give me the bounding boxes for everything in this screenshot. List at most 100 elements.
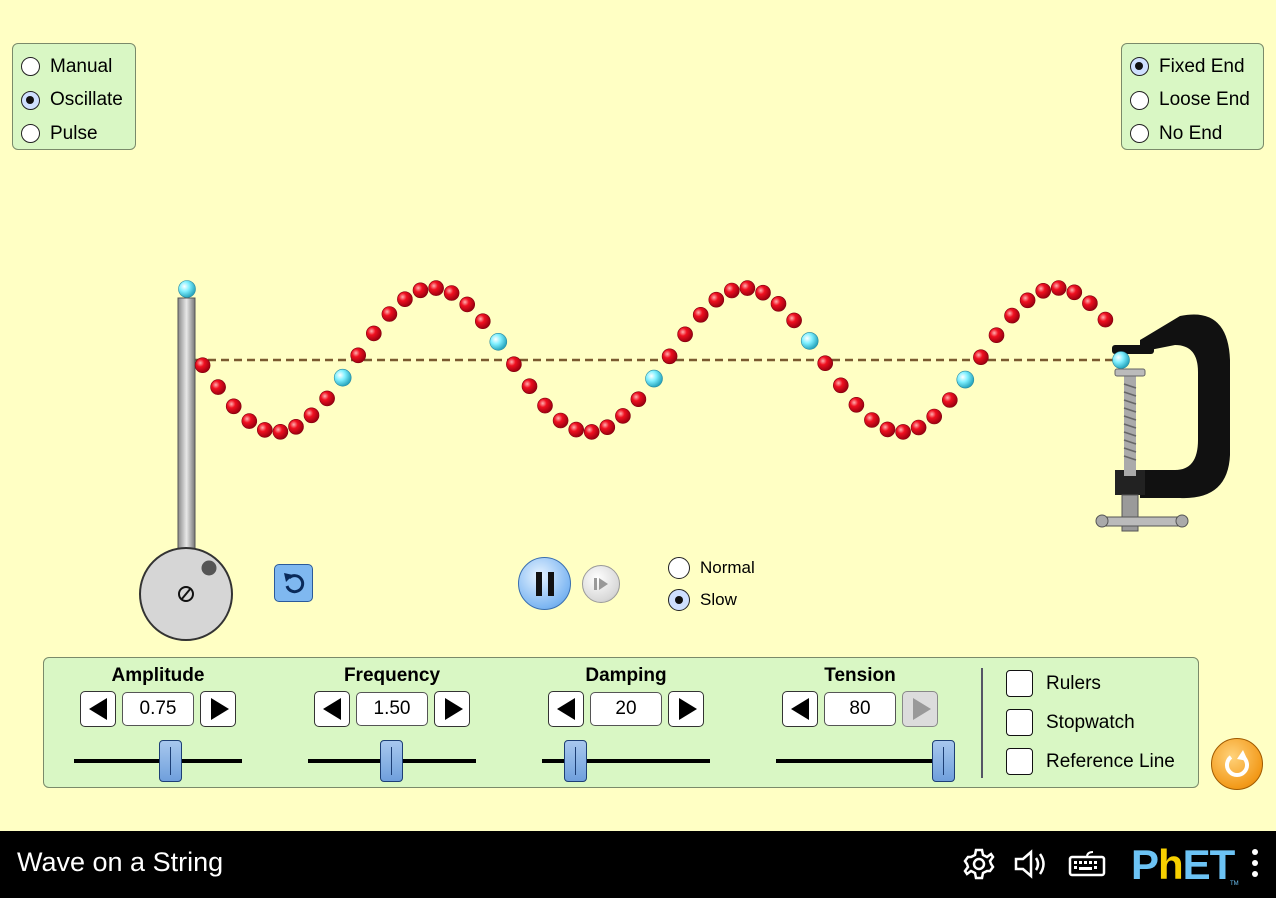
radio-loose-end[interactable]: Loose End	[1130, 84, 1255, 118]
radio-no-end[interactable]: No End	[1130, 117, 1255, 151]
wave-mode-panel: Manual Oscillate Pulse	[12, 43, 136, 150]
checkbox-stopwatch[interactable]: Stopwatch	[1006, 709, 1135, 736]
bead	[848, 396, 865, 413]
bead	[770, 295, 787, 312]
pause-button[interactable]	[518, 557, 571, 610]
radio-oscillate[interactable]: Oscillate	[21, 84, 127, 118]
gear-icon[interactable]	[962, 847, 996, 881]
bead	[537, 397, 553, 414]
logo-h: h	[1158, 841, 1184, 888]
end-type-panel: Fixed End Loose End No End	[1121, 43, 1264, 150]
left-arrow-icon	[791, 698, 809, 720]
frequency-slider-thumb[interactable]	[380, 740, 403, 782]
bead	[256, 422, 273, 438]
oscillator-rod	[177, 297, 196, 557]
radio-label: Slow	[700, 590, 737, 609]
bead-marker	[645, 369, 663, 388]
bead	[1004, 307, 1020, 324]
restart-button[interactable]	[274, 564, 313, 602]
bead	[568, 421, 585, 438]
checkbox-box	[1006, 748, 1033, 775]
bead	[428, 280, 444, 296]
keyboard-icon[interactable]	[1068, 849, 1106, 879]
bead	[1019, 292, 1036, 309]
radio-fixed-end[interactable]: Fixed End	[1130, 50, 1255, 84]
bead	[630, 391, 647, 408]
reset-all-button[interactable]	[1211, 738, 1263, 790]
bead	[832, 377, 849, 394]
radio-label: Loose End	[1159, 89, 1250, 111]
damping-decrease-button[interactable]	[548, 691, 584, 727]
right-arrow-icon	[678, 698, 697, 720]
clamp	[1095, 314, 1230, 532]
control-panel: Amplitude 0.75 Frequency 1.50 Damping 20…	[43, 657, 1199, 788]
amplitude-slider-thumb[interactable]	[159, 740, 182, 782]
radio-normal[interactable]: Normal	[668, 552, 755, 584]
radio-label: Pulse	[50, 122, 98, 144]
radio-label: Oscillate	[50, 89, 123, 111]
bead-marker	[800, 332, 819, 350]
logo-p: P	[1131, 841, 1159, 888]
tension-increase-button[interactable]	[902, 691, 938, 727]
sim-title: Wave on a String	[17, 847, 224, 877]
bead	[474, 313, 491, 330]
radio-label: Normal	[700, 558, 755, 577]
step-forward-button[interactable]	[582, 565, 620, 603]
bead	[319, 390, 335, 407]
checkbox-label: Reference Line	[1046, 750, 1175, 772]
bead	[864, 412, 880, 428]
bead	[1082, 295, 1098, 312]
checkbox-reference-line[interactable]: Reference Line	[1006, 748, 1175, 775]
bead	[615, 408, 631, 424]
amplitude-increase-button[interactable]	[200, 691, 236, 727]
radio-circle	[1130, 124, 1149, 144]
damping-value: 20	[590, 692, 662, 726]
bead-marker	[489, 332, 508, 351]
radio-slow[interactable]: Slow	[668, 584, 755, 616]
damping-slider-thumb[interactable]	[564, 740, 587, 782]
tension-slider-thumb[interactable]	[932, 740, 955, 782]
radio-circle	[21, 124, 40, 144]
speaker-icon[interactable]	[1013, 847, 1051, 881]
radio-circle	[1130, 90, 1149, 110]
bead-marker	[1112, 351, 1130, 369]
tension-decrease-button[interactable]	[782, 691, 818, 727]
bead	[910, 419, 927, 436]
bead	[210, 379, 226, 395]
tension-slider-track[interactable]	[776, 759, 944, 763]
frequency-increase-button[interactable]	[434, 691, 470, 727]
bead	[443, 285, 460, 301]
left-arrow-icon	[557, 698, 575, 720]
right-arrow-icon	[912, 698, 931, 720]
bead	[459, 296, 476, 313]
checkbox-rulers[interactable]: Rulers	[1006, 670, 1101, 697]
radio-pulse[interactable]: Pulse	[21, 117, 127, 151]
kebab-menu-icon[interactable]	[1250, 849, 1260, 881]
bead	[303, 407, 320, 424]
bead	[521, 378, 538, 395]
bead	[755, 284, 771, 301]
radio-circle	[668, 589, 690, 611]
bead	[194, 357, 211, 374]
frequency-decrease-button[interactable]	[314, 691, 350, 727]
bead	[1035, 282, 1051, 299]
frequency-value: 1.50	[356, 692, 428, 726]
amplitude-slider-track[interactable]	[74, 759, 242, 763]
bead	[926, 408, 943, 425]
reset-all-icon	[1225, 750, 1249, 777]
step-forward-icon	[594, 578, 608, 590]
amplitude-decrease-button[interactable]	[80, 691, 116, 727]
checkbox-label: Stopwatch	[1046, 711, 1135, 733]
radio-circle	[1130, 57, 1149, 77]
bead	[1066, 284, 1083, 301]
right-arrow-icon	[210, 698, 229, 720]
bead	[879, 421, 896, 438]
phet-logo[interactable]: PhET	[1131, 841, 1235, 889]
damping-label: Damping	[585, 665, 667, 686]
damping-increase-button[interactable]	[668, 691, 704, 727]
bead	[708, 291, 725, 308]
oscillator-wheel	[139, 547, 233, 641]
bead	[941, 392, 958, 408]
bead	[692, 306, 709, 323]
radio-manual[interactable]: Manual	[21, 50, 127, 84]
